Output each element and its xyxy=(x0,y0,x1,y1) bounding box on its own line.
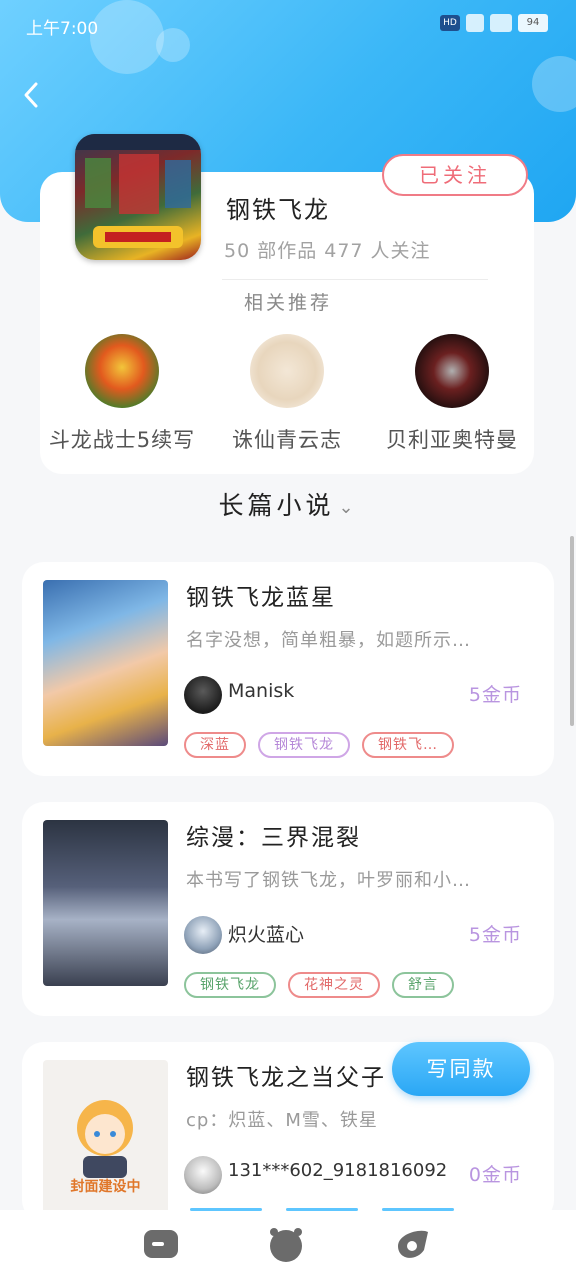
recommend-title: 相关推荐 xyxy=(243,292,332,314)
status-icons: HD 94 xyxy=(440,14,548,32)
book-cover: 封面建设中 xyxy=(43,1060,168,1226)
recommend-item[interactable]: 贝利亚奥特曼 xyxy=(362,334,542,454)
comment-icon[interactable] xyxy=(140,1224,184,1264)
book-card[interactable]: 钢铁飞龙蓝星 名字没想，简单粗暴，如题所示… Manisk 5金币 深蓝 钢铁飞… xyxy=(22,562,554,776)
book-title: 钢铁飞龙蓝星 xyxy=(186,585,336,611)
scrollbar[interactable] xyxy=(570,536,574,726)
book-price: 5金币 xyxy=(468,924,522,946)
hd-icon: HD xyxy=(440,15,460,31)
recommend-avatar xyxy=(415,334,489,408)
reward-icon[interactable] xyxy=(264,1224,308,1264)
follow-button[interactable]: 已关注 xyxy=(382,154,528,196)
back-button[interactable] xyxy=(18,78,48,112)
tag-list: 钢铁飞龙 花神之灵 舒言 xyxy=(184,972,454,998)
recommend-name: 诛仙青云志 xyxy=(232,428,342,452)
author-name: 钢铁飞龙 xyxy=(226,196,330,224)
status-time: 上午7:00 xyxy=(26,19,99,39)
book-description: 本书写了钢铁飞龙，叶罗丽和小… xyxy=(186,870,471,891)
tag-list: 深蓝 钢铁飞龙 钢铁飞… xyxy=(184,732,454,758)
decor-bubble xyxy=(532,56,576,112)
tag[interactable]: 钢铁飞龙 xyxy=(184,972,276,998)
tag[interactable]: 舒言 xyxy=(392,972,454,998)
author-avatar xyxy=(184,676,222,714)
chevron-down-icon: ⌄ xyxy=(338,496,358,518)
recommend-item[interactable]: 诛仙青云志 xyxy=(197,334,377,454)
wifi-icon xyxy=(490,14,512,32)
book-title: 钢铁飞龙之当父子 xyxy=(186,1065,386,1091)
recommend-name: 贝利亚奥特曼 xyxy=(386,428,518,452)
book-author: 131***602_9181816092 xyxy=(228,1160,448,1181)
author-avatar[interactable] xyxy=(75,134,201,260)
book-card[interactable]: 综漫：三界混裂 本书写了钢铁飞龙，叶罗丽和小… 炽火蓝心 5金币 钢铁飞龙 花神… xyxy=(22,802,554,1016)
tag[interactable]: 深蓝 xyxy=(184,732,246,758)
tag[interactable]: 钢铁飞龙 xyxy=(258,732,350,758)
author-avatar xyxy=(184,916,222,954)
tag[interactable]: 钢铁飞… xyxy=(362,732,454,758)
book-description: 名字没想，简单粗暴，如题所示… xyxy=(186,630,471,651)
book-cover xyxy=(43,820,168,986)
like-icon[interactable] xyxy=(390,1224,434,1264)
tag[interactable]: 花神之灵 xyxy=(288,972,380,998)
book-cover xyxy=(43,580,168,746)
book-description: cp：炽蓝、M雪、铁星 xyxy=(186,1110,378,1131)
cover-placeholder-text: 封面建设中 xyxy=(70,1179,141,1195)
book-author: 炽火蓝心 xyxy=(228,924,305,946)
book-price: 5金币 xyxy=(468,684,522,706)
bottom-tag-strip xyxy=(0,1208,576,1212)
category-label: 长篇小说 xyxy=(218,491,335,520)
status-bar: 上午7:00 HD 94 xyxy=(0,0,576,50)
author-avatar xyxy=(184,1156,222,1194)
recommend-item[interactable]: 斗龙战士5续写 xyxy=(32,334,212,454)
author-stats: 50 部作品 477 人关注 xyxy=(224,240,431,262)
recommend-avatar xyxy=(250,334,324,408)
battery-icon: 94 xyxy=(518,14,548,32)
divider xyxy=(222,279,488,280)
category-selector[interactable]: 长篇小说 ⌄ xyxy=(0,486,576,522)
signal-icon xyxy=(466,14,484,32)
recommend-avatar xyxy=(85,334,159,408)
recommend-name: 斗龙战士5续写 xyxy=(48,428,196,452)
book-title: 综漫：三界混裂 xyxy=(186,825,361,851)
chevron-left-icon xyxy=(24,82,38,108)
book-author: Manisk xyxy=(228,680,295,702)
write-same-button[interactable]: 写同款 xyxy=(392,1042,530,1096)
book-price: 0金币 xyxy=(468,1164,522,1186)
